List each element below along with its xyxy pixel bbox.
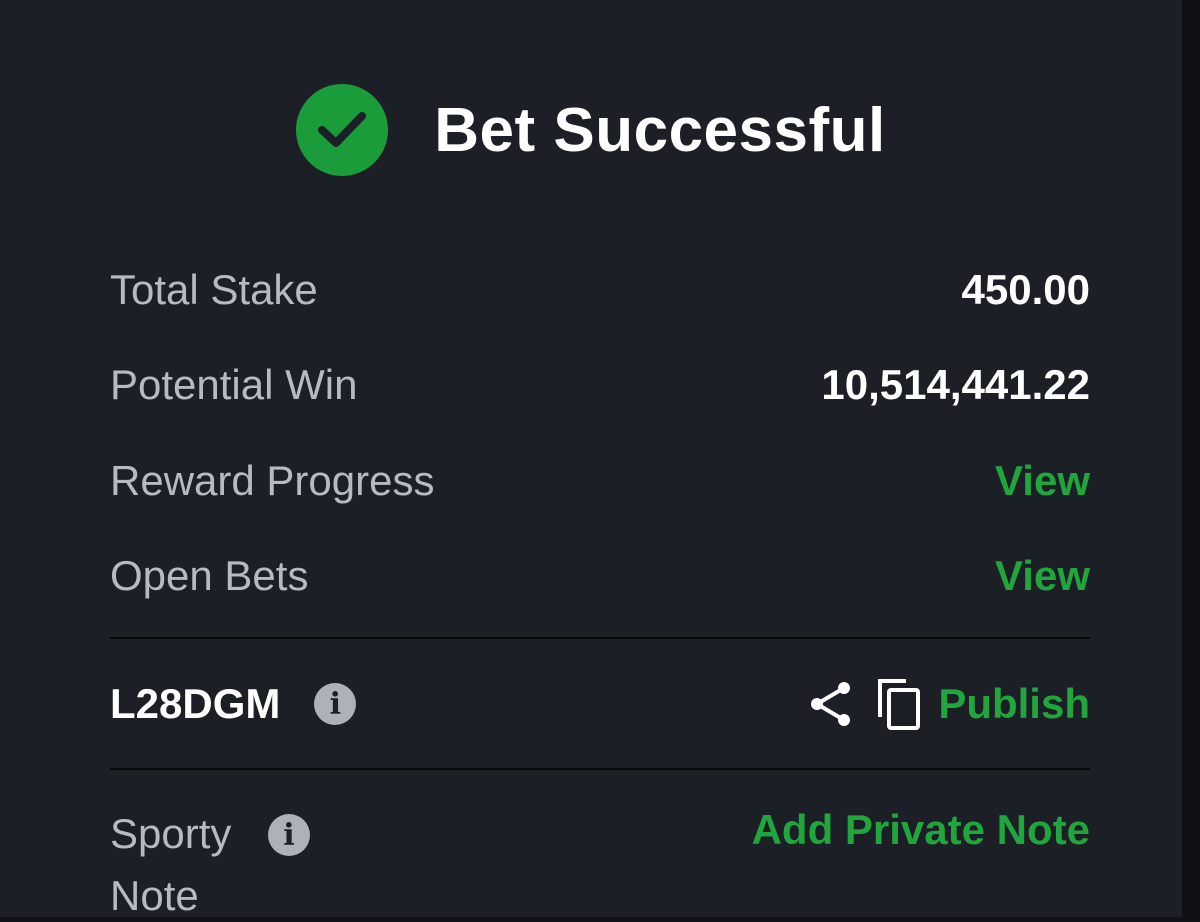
share-icon[interactable]	[808, 680, 854, 728]
potential-win-value: 10,514,441.22	[821, 361, 1090, 408]
booking-code: L28DGM	[110, 680, 281, 727]
open-bets-view-link[interactable]: View	[995, 552, 1090, 600]
reward-progress-view-link[interactable]: View	[995, 457, 1090, 505]
reward-progress-label: Reward Progress	[110, 457, 435, 504]
open-bets-label: Open Bets	[110, 552, 309, 599]
info-icon[interactable]: i	[314, 683, 357, 725]
open-bets-row: Open Bets View	[110, 546, 1090, 606]
total-stake-row: Total Stake 450.00	[110, 260, 1090, 320]
sporty-note-label-line1: Sporty	[110, 810, 232, 857]
potential-win-row: Potential Win 10,514,441.22	[110, 355, 1090, 415]
booking-code-row: L28DGM i Publish	[110, 674, 1090, 734]
info-icon[interactable]: i	[268, 814, 310, 856]
scrollbar[interactable]	[1182, 0, 1200, 917]
copy-icon[interactable]	[876, 677, 922, 731]
divider	[110, 768, 1090, 770]
add-private-note-link[interactable]: Add Private Note	[752, 806, 1090, 854]
divider	[110, 637, 1090, 639]
total-stake-label: Total Stake	[110, 266, 318, 313]
total-stake-value: 450.00	[961, 266, 1090, 313]
reward-progress-row: Reward Progress View	[110, 451, 1090, 511]
publish-link[interactable]: Publish	[938, 680, 1090, 728]
sporty-note-label: Sporty Note	[110, 808, 231, 922]
confirmation-header: Bet Successful	[0, 82, 1182, 178]
booking-code-group: L28DGM i	[110, 680, 357, 728]
sporty-note-label-line2: Note	[110, 872, 199, 919]
booking-actions: Publish	[808, 677, 1090, 731]
potential-win-label: Potential Win	[110, 361, 358, 408]
check-circle-icon	[296, 84, 389, 176]
bet-confirmation-panel: Bet Successful Total Stake 450.00 Potent…	[0, 0, 1182, 919]
page-title: Bet Successful	[434, 95, 886, 165]
